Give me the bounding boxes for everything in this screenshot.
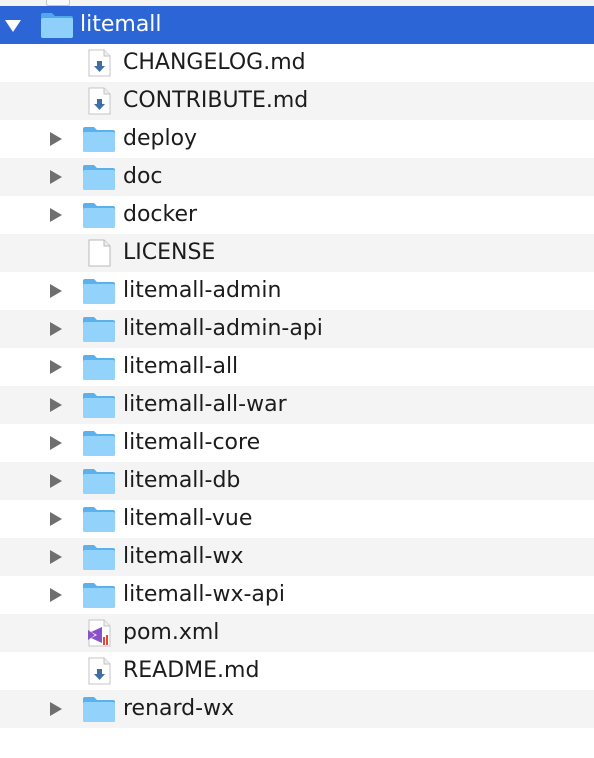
disclosure-collapsed-icon[interactable]: [46, 434, 64, 452]
folder-row[interactable]: litemall-wx: [0, 538, 594, 576]
folder-name: doc: [123, 164, 163, 189]
file-row[interactable]: CONTRIBUTE.md: [0, 82, 594, 120]
folder-name: litemall-db: [123, 468, 241, 493]
folder-icon: [82, 543, 116, 571]
folder-row-litemall[interactable]: litemall: [0, 6, 594, 44]
folder-name: litemall-admin-api: [123, 316, 323, 341]
disclosure-collapsed-icon[interactable]: [46, 130, 64, 148]
disclosure-collapsed-icon[interactable]: [46, 358, 64, 376]
folder-name: litemall-core: [123, 430, 261, 455]
folder-name: litemall-wx-api: [123, 582, 285, 607]
file-row[interactable]: LICENSE: [0, 234, 594, 272]
folder-icon: [82, 505, 116, 533]
disclosure-collapsed-icon[interactable]: [46, 700, 64, 718]
folder-icon: [82, 391, 116, 419]
document-icon: [82, 239, 116, 267]
folder-icon: [82, 353, 116, 381]
visual-studio-file-icon: [82, 619, 116, 647]
file-row[interactable]: pom.xml: [0, 614, 594, 652]
disclosure-collapsed-icon[interactable]: [46, 472, 64, 490]
folder-icon: [82, 581, 116, 609]
folder-icon: [82, 277, 116, 305]
disclosure-collapsed-icon[interactable]: [46, 282, 64, 300]
disclosure-collapsed-icon[interactable]: [46, 320, 64, 338]
folder-name: litemall-wx: [123, 544, 244, 569]
disclosure-collapsed-icon[interactable]: [46, 396, 64, 414]
file-name: CHANGELOG.md: [123, 50, 306, 75]
folder-row[interactable]: docker: [0, 196, 594, 234]
folder-row[interactable]: litemall-admin-api: [0, 310, 594, 348]
folder-icon: [82, 201, 116, 229]
file-name: CONTRIBUTE.md: [123, 88, 309, 113]
disclosure-collapsed-icon[interactable]: [46, 168, 64, 186]
markdown-file-icon: [82, 87, 116, 115]
empty-row: [0, 728, 594, 758]
folder-icon: [82, 163, 116, 191]
folder-row[interactable]: doc: [0, 158, 594, 196]
disclosure-expanded-icon[interactable]: [4, 16, 22, 34]
folder-name: deploy: [123, 126, 198, 151]
folder-row[interactable]: renard-wx: [0, 690, 594, 728]
markdown-file-icon: [82, 49, 116, 77]
folder-row[interactable]: litemall-all: [0, 348, 594, 386]
folder-row[interactable]: litemall-db: [0, 462, 594, 500]
folder-name: litemall: [80, 12, 162, 37]
disclosure-collapsed-icon[interactable]: [46, 510, 64, 528]
disclosure-collapsed-icon[interactable]: [46, 586, 64, 604]
folder-name: litemall-vue: [123, 506, 253, 531]
file-name: README.md: [123, 658, 260, 683]
folder-icon: [82, 125, 116, 153]
folder-name: litemall-admin: [123, 278, 282, 303]
folder-icon: [82, 315, 116, 343]
folder-icon: [82, 467, 116, 495]
folder-row[interactable]: deploy: [0, 120, 594, 158]
file-list: litemall CHANGELOG.md CONTRIBUTE.md deploy…: [0, 0, 594, 758]
folder-row[interactable]: litemall-all-war: [0, 386, 594, 424]
file-name: LICENSE: [123, 240, 216, 265]
folder-row[interactable]: litemall-vue: [0, 500, 594, 538]
disclosure-collapsed-icon[interactable]: [46, 548, 64, 566]
folder-icon: [40, 11, 74, 39]
folder-icon: [82, 429, 116, 457]
folder-row[interactable]: litemall-core: [0, 424, 594, 462]
folder-name: renard-wx: [123, 696, 235, 721]
folder-name: litemall-all: [123, 354, 239, 379]
folder-name: docker: [123, 202, 198, 227]
folder-icon: [82, 695, 116, 723]
folder-row[interactable]: litemall-admin: [0, 272, 594, 310]
folder-row[interactable]: litemall-wx-api: [0, 576, 594, 614]
folder-name: litemall-all-war: [123, 392, 287, 417]
file-name: pom.xml: [123, 620, 220, 645]
file-row[interactable]: CHANGELOG.md: [0, 44, 594, 82]
markdown-file-icon: [82, 657, 116, 685]
file-row[interactable]: README.md: [0, 652, 594, 690]
disclosure-collapsed-icon[interactable]: [46, 206, 64, 224]
